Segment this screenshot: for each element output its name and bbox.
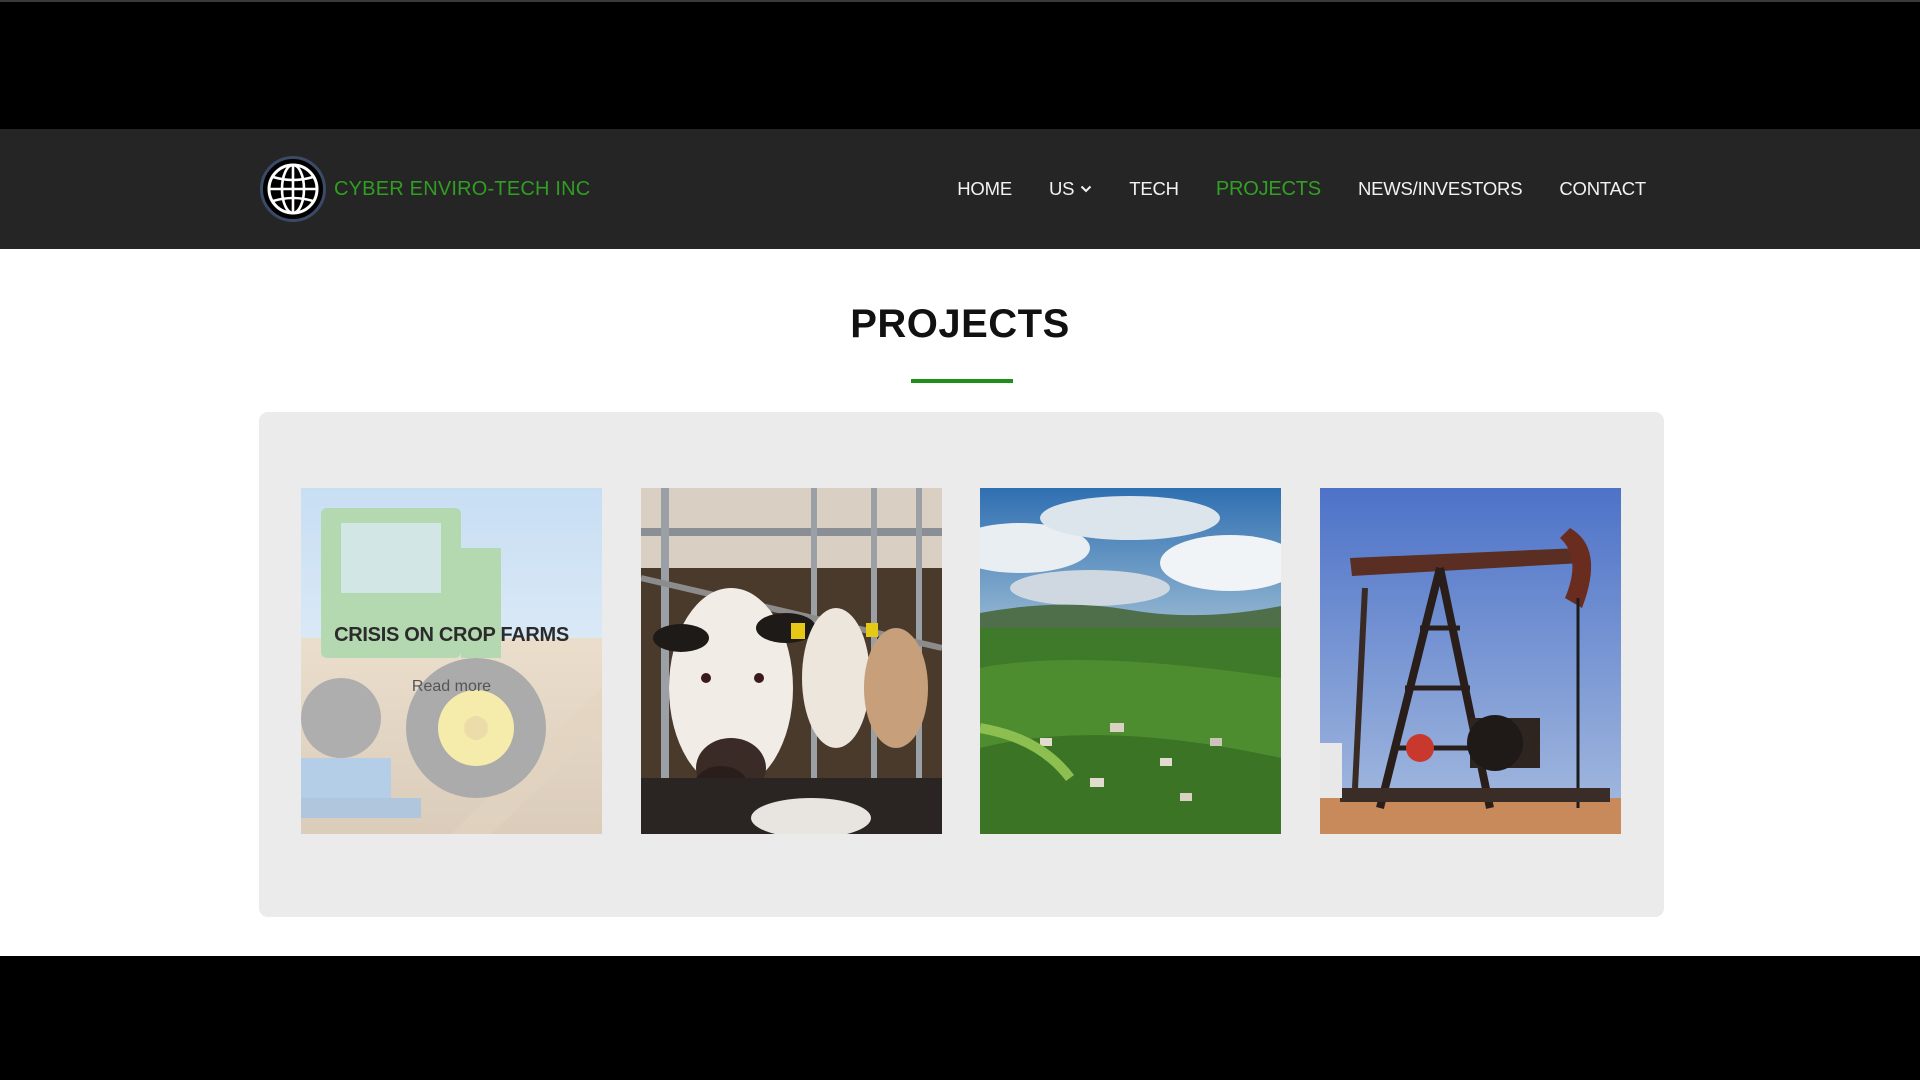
brand-name[interactable]: CYBER ENVIRO-TECH INC — [334, 178, 590, 201]
card-hover-overlay — [301, 488, 602, 834]
main-content: PROJECTS CRISIS ON CROP FARMS Read more — [0, 249, 1920, 956]
chevron-down-icon — [1080, 185, 1092, 193]
bottom-band — [0, 956, 1920, 1080]
top-banner — [0, 0, 1920, 129]
dairy-cows-image — [641, 488, 942, 834]
nav-news-investors[interactable]: NEWS/INVESTORS — [1358, 178, 1523, 200]
project-card-crop-farms[interactable]: CRISIS ON CROP FARMS Read more — [301, 488, 602, 834]
read-more-link[interactable]: Read more — [301, 678, 602, 696]
nav-us[interactable]: US — [1049, 178, 1092, 200]
globe-icon — [260, 156, 326, 222]
project-card-oil[interactable] — [1320, 488, 1621, 834]
project-card-dairy[interactable] — [641, 488, 942, 834]
nav-projects[interactable]: PROJECTS — [1216, 178, 1321, 201]
green-hills-image — [980, 488, 1281, 834]
projects-panel: CRISIS ON CROP FARMS Read more — [259, 412, 1664, 917]
brand[interactable]: CYBER ENVIRO-TECH INC — [260, 155, 590, 223]
nav-us-label: US — [1048, 178, 1075, 199]
nav-tech[interactable]: TECH — [1129, 178, 1179, 200]
navbar: CYBER ENVIRO-TECH INC HOME US TECH PROJE… — [0, 129, 1920, 249]
main-nav: HOME US TECH PROJECTS NEWS/INVESTORS CON… — [920, 129, 1646, 249]
title-underline — [911, 379, 1013, 383]
project-card-landscape[interactable] — [980, 488, 1281, 834]
nav-home[interactable]: HOME — [957, 178, 1012, 200]
oil-pumpjack-image — [1320, 488, 1621, 834]
page-title: PROJECTS — [850, 302, 1070, 346]
card-title: CRISIS ON CROP FARMS — [334, 624, 569, 646]
nav-contact[interactable]: CONTACT — [1559, 178, 1646, 200]
